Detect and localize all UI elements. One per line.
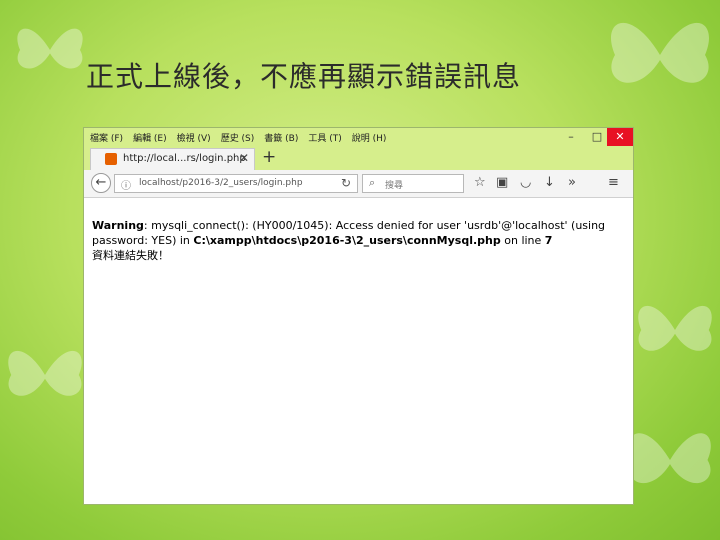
favicon-icon [105,153,117,165]
page-content: Warning: mysqli_connect(): (HY000/1045):… [92,218,622,263]
navigation-toolbar: ← ⓘ localhost/p2016-3/2_users/login.php … [84,170,633,198]
url-bar[interactable]: ⓘ localhost/p2016-3/2_users/login.php ↻ [114,174,358,193]
menu-tools[interactable]: 工具 (T) [308,131,341,144]
minimize-button[interactable]: – [558,128,584,146]
menu-bar: 檔案 (F) 編輯 (E) 檢視 (V) 歷史 (S) 書籤 (B) 工具 (T… [84,128,633,146]
warning-label: Warning [92,219,144,232]
url-text: localhost/p2016-3/2_users/login.php [139,178,303,188]
pocket-icon[interactable]: ◡ [520,175,531,190]
warning-file-path: C:\xampp\htdocs\p2016-3\2_users\connMysq… [193,234,501,247]
menu-bookmarks[interactable]: 書籤 (B) [264,131,298,144]
reload-icon[interactable]: ↻ [341,176,351,190]
tab-label: http://local...rs/login.php [123,153,246,164]
back-button[interactable]: ← [91,173,111,193]
library-icon[interactable]: ▣ [496,175,508,190]
tab-close-icon[interactable]: ✕ [239,151,249,165]
tab-bar: http://local...rs/login.php ✕ + [84,146,633,170]
butterfly-decoration-icon [638,305,712,351]
php-warning: Warning: mysqli_connect(): (HY000/1045):… [92,218,622,248]
warning-on-line: on line [500,234,545,247]
search-icon: ⌕ [369,176,376,189]
hamburger-menu-icon[interactable]: ≡ [608,175,619,190]
menu-history[interactable]: 歷史 (S) [221,131,255,144]
butterfly-decoration-icon [611,22,709,83]
new-tab-button[interactable]: + [262,147,276,167]
browser-window: 檔案 (F) 編輯 (E) 檢視 (V) 歷史 (S) 書籤 (B) 工具 (T… [83,127,634,505]
butterfly-decoration-icon [629,433,711,484]
search-placeholder: 搜尋 [385,181,404,191]
menu-view[interactable]: 檢視 (V) [177,131,211,144]
overflow-icon[interactable]: » [568,175,576,190]
info-icon[interactable]: ⓘ [121,177,131,192]
tab-login[interactable]: http://local...rs/login.php ✕ [90,148,255,170]
menu-file[interactable]: 檔案 (F) [90,131,123,144]
close-window-button[interactable]: ✕ [607,128,633,146]
bookmark-star-icon[interactable]: ☆ [474,175,486,190]
butterfly-decoration-icon [8,350,82,396]
slide-title: 正式上線後，不應再顯示錯誤訊息 [86,60,522,93]
warning-line-number: 7 [544,234,553,247]
menu-help[interactable]: 說明 (H) [352,131,387,144]
butterfly-decoration-icon [17,28,83,69]
search-input[interactable]: ⌕ 搜尋 [362,174,464,193]
download-icon[interactable]: ↓ [544,175,555,190]
failure-message: 資料連結失敗！ [92,249,169,262]
menu-edit[interactable]: 編輯 (E) [133,131,167,144]
